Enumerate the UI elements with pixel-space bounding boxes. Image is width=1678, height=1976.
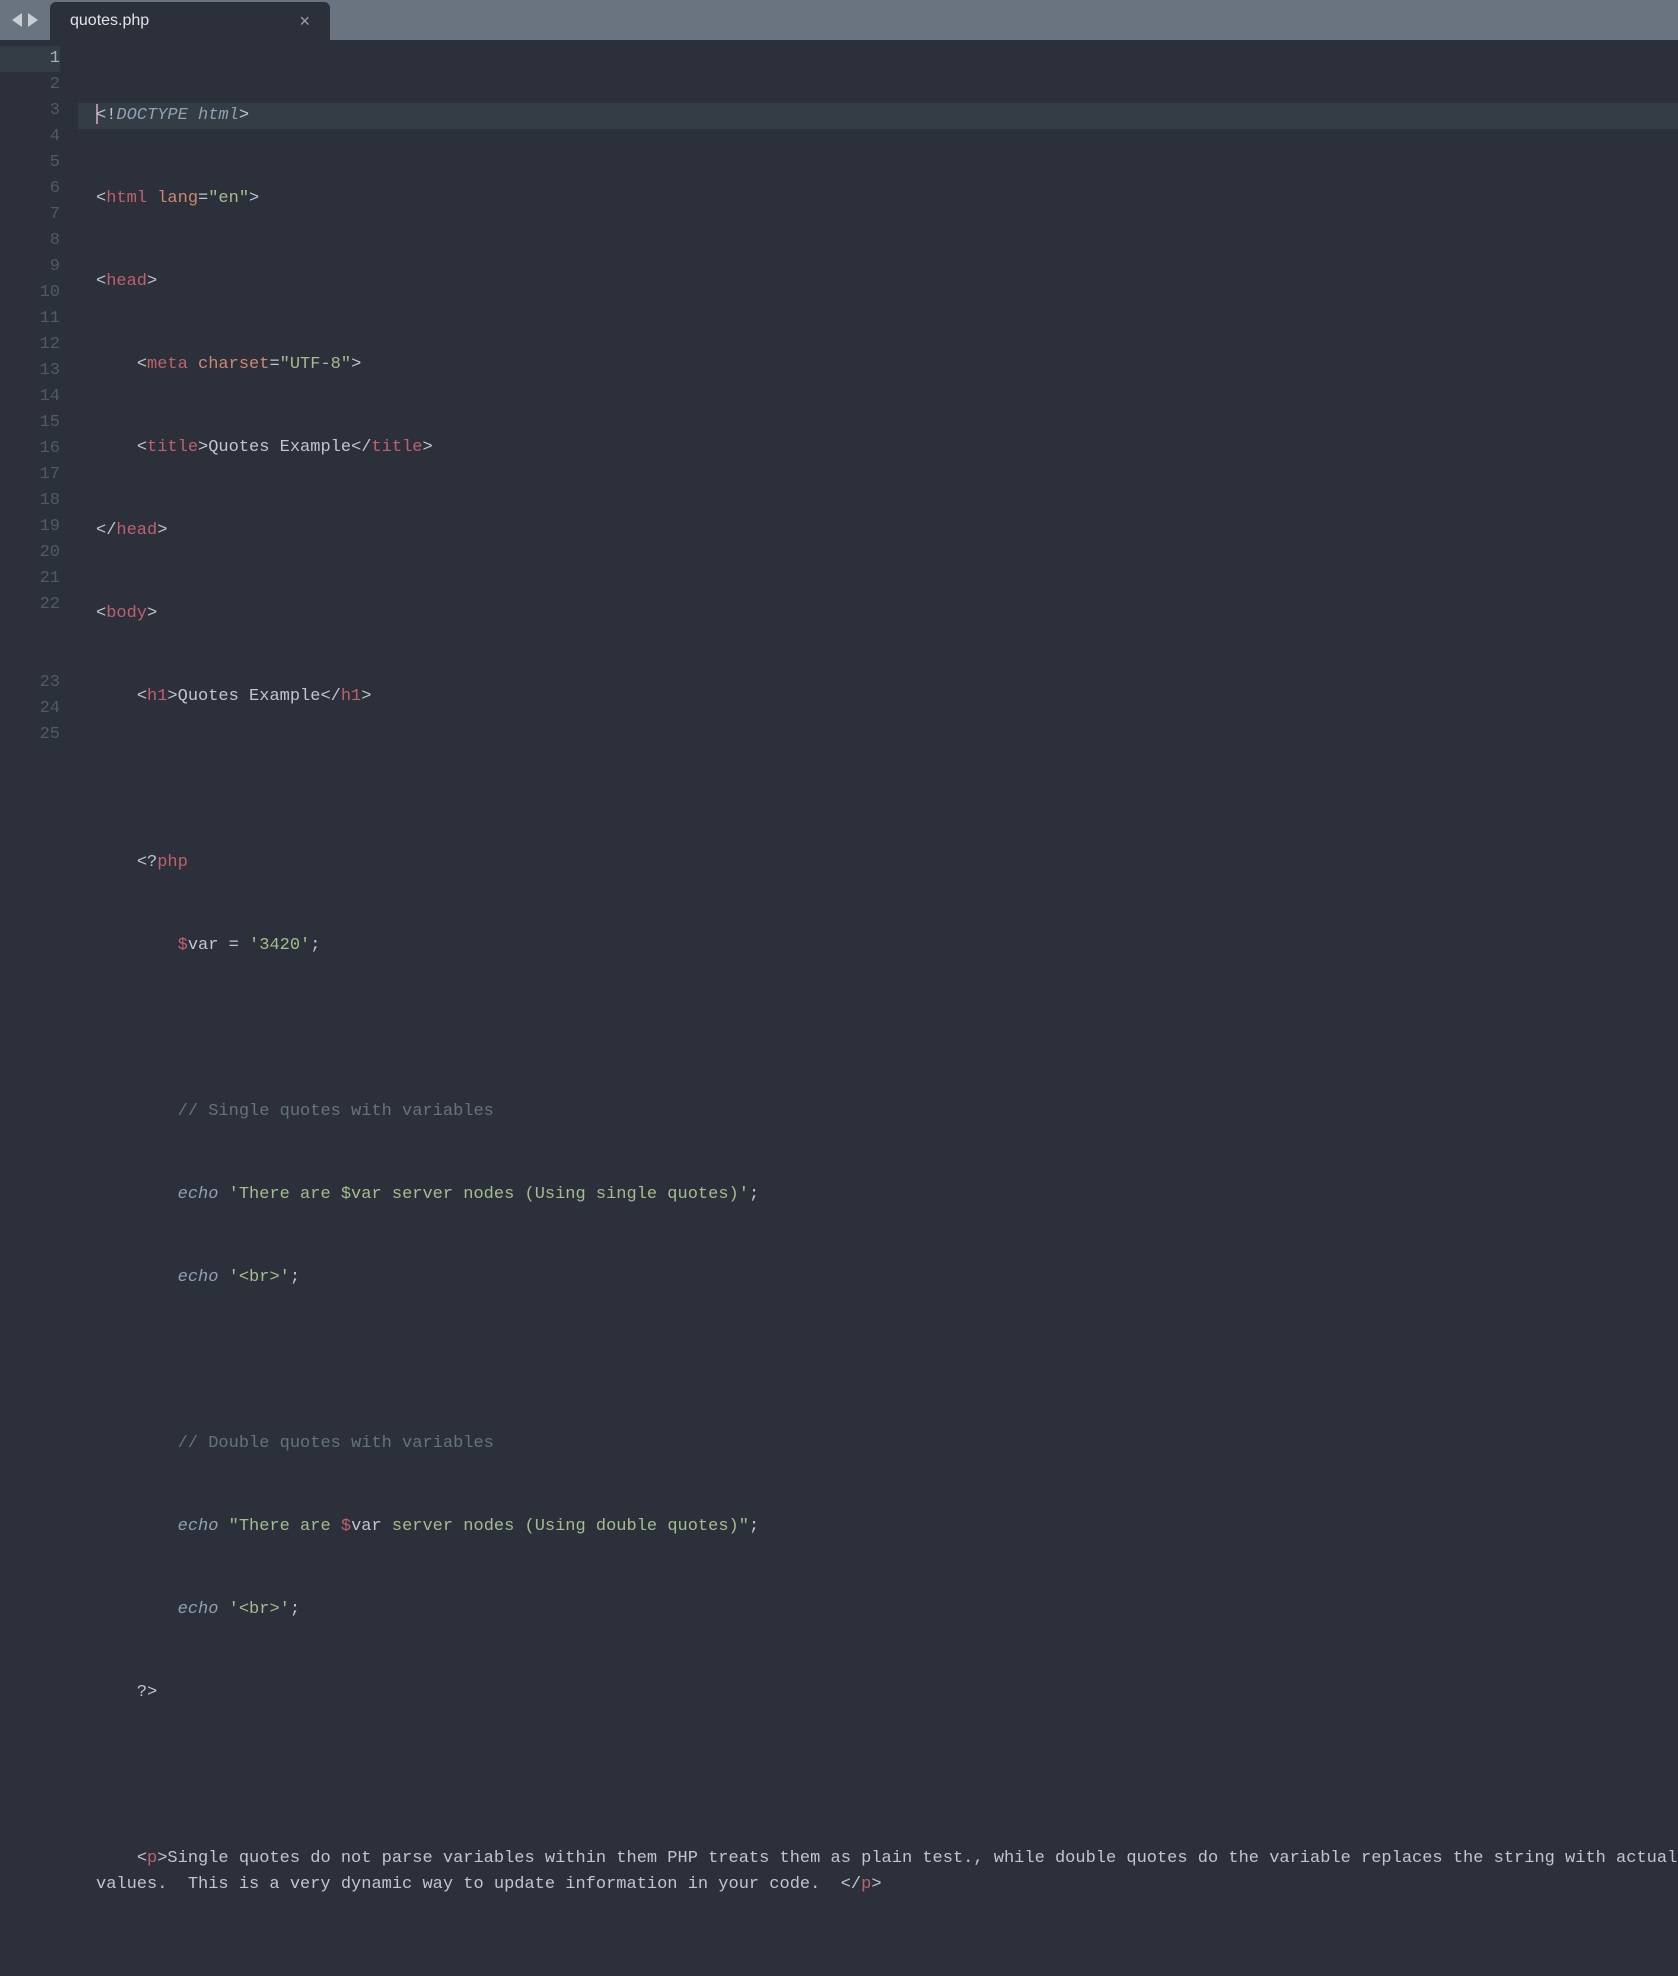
line-number[interactable]: 14	[0, 384, 60, 410]
code-line[interactable]: echo 'There are $var server nodes (Using…	[78, 1182, 1678, 1208]
code-line[interactable]: echo '<br>';	[78, 1265, 1678, 1291]
code-line[interactable]: $var = '3420';	[78, 933, 1678, 959]
line-number[interactable]: 19	[0, 514, 60, 540]
line-number[interactable]: 22	[0, 592, 60, 670]
toolbar: quotes.php ×	[0, 0, 1678, 40]
code-line[interactable]: echo '<br>';	[78, 1597, 1678, 1623]
line-number[interactable]: 8	[0, 228, 60, 254]
line-number[interactable]: 7	[0, 202, 60, 228]
tab-title: quotes.php	[70, 12, 149, 30]
line-number[interactable]: 10	[0, 280, 60, 306]
nav-back-icon[interactable]	[12, 13, 22, 27]
code-line[interactable]	[78, 1348, 1678, 1374]
code-line[interactable]: <meta charset="UTF-8">	[78, 352, 1678, 378]
nav-forward-icon[interactable]	[28, 13, 38, 27]
line-number[interactable]: 21	[0, 566, 60, 592]
code-line[interactable]: // Single quotes with variables	[78, 1099, 1678, 1125]
code-line[interactable]: ?>	[78, 1680, 1678, 1706]
tab-quotes-php[interactable]: quotes.php ×	[50, 2, 330, 40]
line-number[interactable]: 11	[0, 306, 60, 332]
code-area[interactable]: <!DOCTYPE html> <html lang="en"> <head> …	[78, 43, 1678, 988]
line-number[interactable]: 5	[0, 150, 60, 176]
close-icon[interactable]: ×	[299, 12, 310, 30]
editor: 1 2 3 4 5 6 7 8 9 10 11 12 13 14 15 16 1…	[0, 40, 1678, 988]
code-line[interactable]	[78, 1016, 1678, 1042]
code-line[interactable]: <?php	[78, 850, 1678, 876]
line-number[interactable]: 4	[0, 124, 60, 150]
gutter: 1 2 3 4 5 6 7 8 9 10 11 12 13 14 15 16 1…	[0, 43, 78, 988]
line-number[interactable]: 3	[0, 98, 60, 124]
line-number[interactable]: 16	[0, 436, 60, 462]
line-number[interactable]: 20	[0, 540, 60, 566]
code-line[interactable]	[78, 1763, 1678, 1789]
line-number[interactable]: 9	[0, 254, 60, 280]
code-line[interactable]: echo "There are $var server nodes (Using…	[78, 1514, 1678, 1540]
line-number[interactable]: 24	[0, 696, 60, 722]
code-line[interactable]: <html lang="en">	[78, 186, 1678, 212]
line-number[interactable]: 17	[0, 462, 60, 488]
line-number[interactable]: 18	[0, 488, 60, 514]
line-number[interactable]: 1	[0, 46, 60, 72]
code-line[interactable]: <p>Single quotes do not parse variables …	[78, 1846, 1678, 1924]
code-line[interactable]: // Double quotes with variables	[78, 1431, 1678, 1457]
code-line[interactable]: <head>	[78, 269, 1678, 295]
line-number[interactable]: 15	[0, 410, 60, 436]
line-number[interactable]: 6	[0, 176, 60, 202]
line-number[interactable]: 12	[0, 332, 60, 358]
code-line[interactable]: </head>	[78, 518, 1678, 544]
code-line[interactable]: <h1>Quotes Example</h1>	[78, 684, 1678, 710]
code-line[interactable]: <!DOCTYPE html>	[78, 103, 1678, 129]
nav-arrows	[0, 0, 50, 40]
line-number[interactable]: 25	[0, 722, 60, 748]
line-number[interactable]: 23	[0, 670, 60, 696]
code-line[interactable]: <title>Quotes Example</title>	[78, 435, 1678, 461]
line-number[interactable]: 2	[0, 72, 60, 98]
line-number[interactable]: 13	[0, 358, 60, 384]
code-line[interactable]: <body>	[78, 601, 1678, 627]
code-line[interactable]	[78, 767, 1678, 793]
